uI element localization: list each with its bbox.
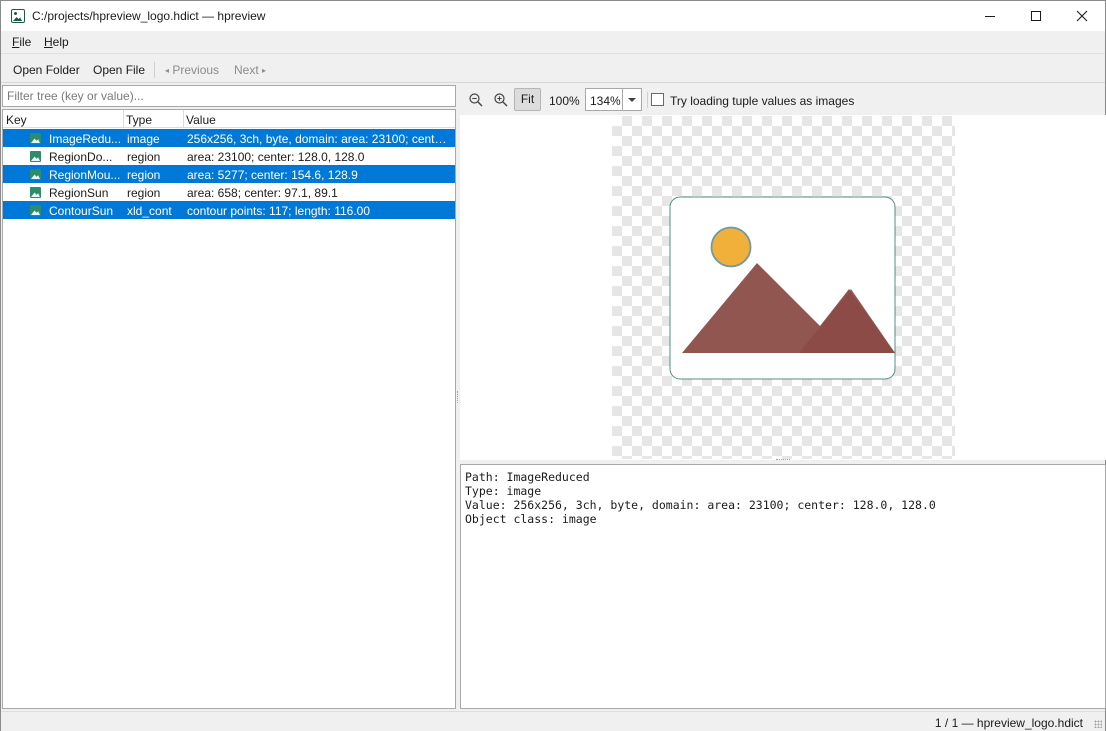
image-icon — [30, 151, 41, 162]
image-canvas[interactable] — [460, 115, 1106, 460]
status-bar: 1 / 1 — hpreview_logo.hdict — [1, 711, 1105, 731]
row-key: RegionMou... — [49, 168, 121, 182]
next-label: Next — [234, 63, 259, 77]
toolbar-separator — [154, 62, 155, 78]
title-bar: C:/projects/hpreview_logo.hdict — hprevi… — [1, 1, 1105, 31]
row-value: area: 5277; center: 154.6, 128.9 — [187, 168, 358, 182]
detail-path: Path: ImageReduced — [465, 470, 590, 484]
next-button[interactable]: Next ▸ — [234, 63, 266, 77]
image-icon — [30, 205, 41, 216]
row-key: ContourSun — [49, 204, 114, 218]
row-type: xld_cont — [127, 204, 172, 218]
status-text: 1 / 1 — hpreview_logo.hdict — [934, 716, 1083, 730]
vertical-splitter[interactable] — [457, 391, 459, 403]
row-value: area: 658; center: 97.1, 89.1 — [187, 186, 338, 200]
detail-value: Value: 256x256, 3ch, byte, domain: area:… — [465, 498, 936, 512]
column-divider[interactable] — [123, 110, 124, 128]
row-key: RegionDo... — [49, 150, 113, 164]
chevron-down-icon[interactable] — [622, 89, 641, 110]
zoom-dropdown[interactable]: 134% — [585, 88, 642, 111]
tuple-images-label[interactable]: Try loading tuple values as images — [670, 94, 854, 108]
column-divider[interactable] — [183, 110, 184, 128]
app-window: C:/projects/hpreview_logo.hdict — hprevi… — [0, 0, 1106, 731]
close-icon — [1076, 10, 1088, 22]
row-type: image — [127, 132, 160, 146]
menu-help[interactable]: Help — [44, 35, 69, 49]
arrow-left-icon: ◂ — [165, 66, 170, 75]
tree-row[interactable]: RegionSun region area: 658; center: 97.1… — [3, 183, 455, 201]
resize-grip-icon[interactable] — [1094, 720, 1102, 728]
column-header-value[interactable]: Value — [186, 113, 216, 127]
horizontal-splitter[interactable] — [776, 459, 790, 462]
zoom-value: 134% — [590, 94, 621, 108]
viewer-toolbar: Fit 100% 134% Try loading tuple values a… — [460, 87, 1106, 113]
column-header-key[interactable]: Key — [6, 113, 27, 127]
minimize-button[interactable] — [967, 1, 1013, 31]
image-app-icon — [11, 9, 25, 23]
zoom-out-icon[interactable] — [468, 92, 484, 108]
image-icon — [30, 169, 41, 180]
tree-row[interactable]: RegionMou... region area: 5277; center: … — [3, 165, 455, 183]
tree-row[interactable]: RegionDo... region area: 23100; center: … — [3, 147, 455, 165]
filter-input[interactable] — [2, 85, 456, 107]
open-folder-button[interactable]: Open Folder — [13, 63, 80, 77]
tuple-images-checkbox[interactable] — [651, 93, 664, 106]
arrow-right-icon: ▸ — [262, 66, 267, 75]
toolbar-separator — [647, 92, 648, 108]
row-value: 256x256, 3ch, byte, domain: area: 23100;… — [187, 132, 451, 146]
dict-tree[interactable]: Key Type Value ImageRedu... image 256x25… — [2, 109, 456, 709]
image-icon — [30, 133, 41, 144]
menu-bar: File Help — [1, 31, 1105, 53]
row-type: region — [127, 150, 161, 164]
menu-file[interactable]: File — [12, 35, 31, 49]
window-title: C:/projects/hpreview_logo.hdict — hprevi… — [32, 9, 266, 23]
row-type: region — [127, 186, 161, 200]
zoom-100-button[interactable]: 100% — [549, 94, 580, 108]
open-file-button[interactable]: Open File — [93, 63, 145, 77]
detail-type: Type: image — [465, 484, 542, 498]
close-button[interactable] — [1059, 1, 1105, 31]
left-pane: Key Type Value ImageRedu... image 256x25… — [2, 84, 457, 709]
row-value: area: 23100; center: 128.0, 128.0 — [187, 150, 365, 164]
preview-image — [669, 196, 896, 380]
tree-row[interactable]: ImageRedu... image 256x256, 3ch, byte, d… — [3, 129, 455, 147]
zoom-in-icon[interactable] — [493, 92, 509, 108]
row-key: RegionSun — [49, 186, 109, 200]
previous-label: Previous — [172, 63, 220, 77]
maximize-icon — [1031, 11, 1041, 21]
fit-button[interactable]: Fit — [514, 88, 541, 111]
minimize-icon — [985, 15, 995, 17]
image-icon — [30, 187, 41, 198]
column-header-type[interactable]: Type — [126, 113, 152, 127]
previous-button[interactable]: ◂ Previous — [165, 63, 219, 77]
tree-row[interactable]: ContourSun xld_cont contour points: 117;… — [3, 201, 455, 219]
row-type: region — [127, 168, 161, 182]
maximize-button[interactable] — [1013, 1, 1059, 31]
detail-object-class: Object class: image — [465, 512, 597, 526]
main-toolbar: Open Folder Open File ◂ Previous Next ▸ — [1, 53, 1105, 83]
row-key: ImageRedu... — [49, 132, 122, 146]
details-panel[interactable]: Path: ImageReduced Type: image Value: 25… — [460, 464, 1106, 709]
tree-header: Key Type Value — [3, 110, 455, 128]
row-value: contour points: 117; length: 116.00 — [187, 204, 371, 218]
